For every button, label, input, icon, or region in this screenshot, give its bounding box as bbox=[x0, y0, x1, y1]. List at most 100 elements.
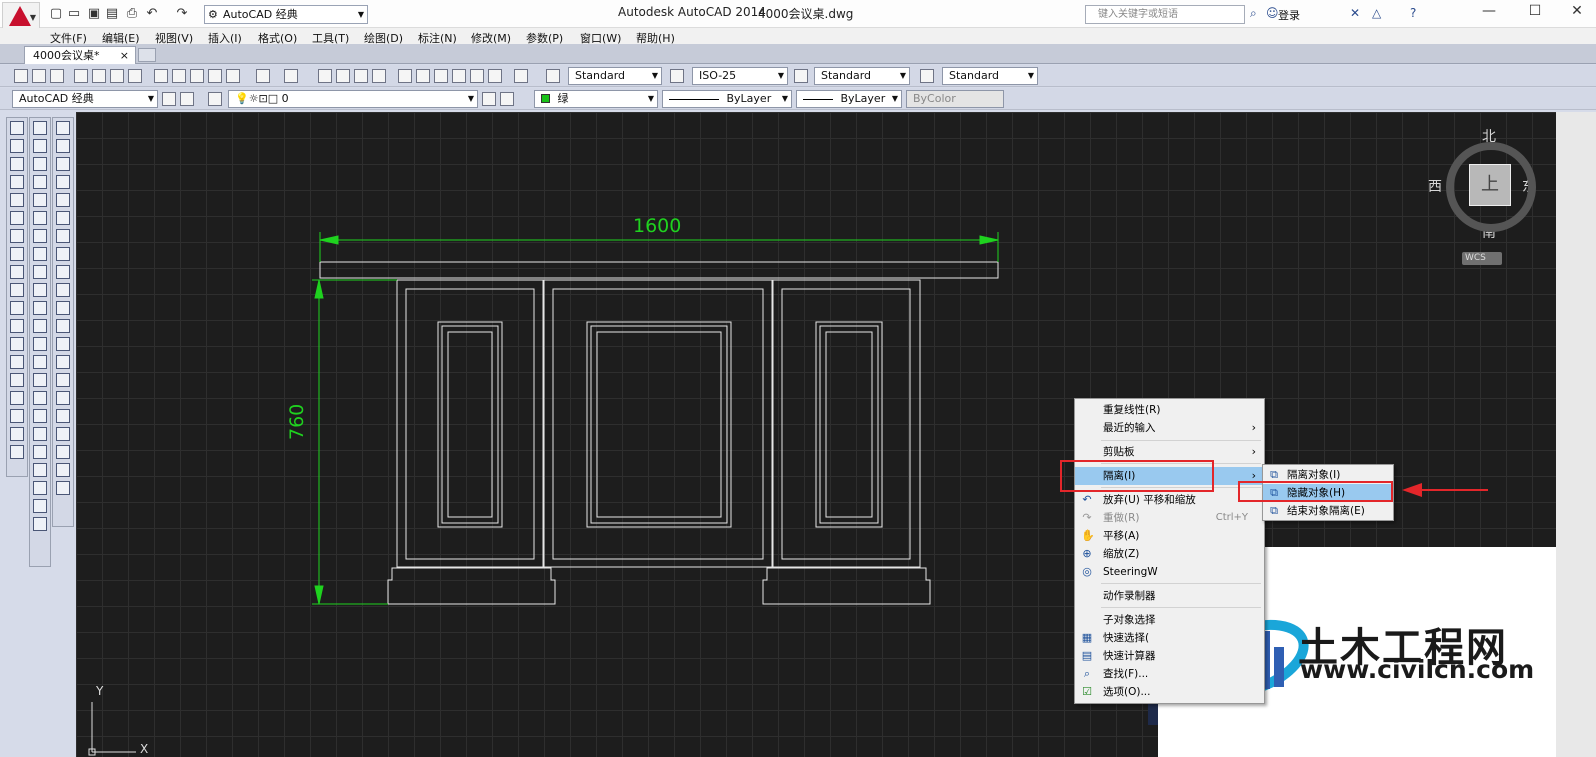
continue-icon[interactable] bbox=[56, 301, 70, 315]
diameter-icon[interactable] bbox=[56, 229, 70, 243]
pan-icon[interactable] bbox=[318, 69, 332, 83]
inspect-icon[interactable] bbox=[56, 391, 70, 405]
layer-manager-icon[interactable] bbox=[208, 92, 222, 106]
ctx-quick-select[interactable]: ▦ 快速选择( bbox=[1075, 629, 1264, 647]
ctx-options[interactable]: ☑ 选项(O)... bbox=[1075, 683, 1264, 701]
new-icon[interactable]: ▢ bbox=[48, 6, 64, 22]
zoom-realtime-icon[interactable] bbox=[336, 69, 350, 83]
dim-style-select[interactable]: ISO-25 ▼ bbox=[692, 67, 788, 85]
quick-dim-icon[interactable] bbox=[56, 265, 70, 279]
print-icon[interactable]: ⎙ bbox=[124, 6, 140, 22]
copy-icon[interactable] bbox=[172, 69, 186, 83]
jogged-icon[interactable] bbox=[56, 211, 70, 225]
join-icon[interactable] bbox=[33, 337, 47, 351]
color-select[interactable]: 绿 ▼ bbox=[534, 90, 658, 108]
layer-previous-icon[interactable] bbox=[500, 92, 514, 106]
group-icon[interactable] bbox=[33, 481, 47, 495]
ctx-steeringwheels[interactable]: ◎ SteeringW bbox=[1075, 563, 1264, 581]
zoom-previous-icon[interactable] bbox=[372, 69, 386, 83]
zoom-window-icon[interactable] bbox=[354, 69, 368, 83]
cut-icon[interactable] bbox=[154, 69, 168, 83]
mtext-icon[interactable] bbox=[10, 445, 24, 459]
print-icon[interactable] bbox=[74, 69, 88, 83]
ctx-zoom[interactable]: ⊕ 缩放(Z) bbox=[1075, 545, 1264, 563]
tab-drawing[interactable]: 4000会议桌* × bbox=[24, 46, 136, 64]
paste-block-icon[interactable] bbox=[208, 69, 222, 83]
polyline-icon[interactable] bbox=[10, 157, 24, 171]
move-icon[interactable] bbox=[33, 211, 47, 225]
polygon-icon[interactable] bbox=[10, 175, 24, 189]
multileader-style-select[interactable]: Standard ▼ bbox=[942, 67, 1038, 85]
dim-break-icon[interactable] bbox=[56, 337, 70, 351]
layer-tools-icon[interactable] bbox=[33, 427, 47, 441]
save-icon[interactable]: ▣ bbox=[86, 6, 102, 22]
aligned-dim-icon[interactable] bbox=[56, 139, 70, 153]
binoculars-icon[interactable]: ⌕ bbox=[1250, 6, 1257, 21]
dim-text-edit-icon[interactable] bbox=[56, 445, 70, 459]
open-icon[interactable] bbox=[32, 69, 46, 83]
submenu-end-isolation[interactable]: ⧉ 结束对象隔离(E) bbox=[1263, 502, 1393, 520]
center-mark-icon[interactable] bbox=[56, 373, 70, 387]
scale-icon[interactable] bbox=[33, 247, 47, 261]
close-button[interactable]: ✕ bbox=[1562, 3, 1592, 19]
autodesk-360-icon[interactable]: △ bbox=[1372, 6, 1381, 20]
ctx-find[interactable]: ⌕ 查找(F)... bbox=[1075, 665, 1264, 683]
dim-update-icon[interactable] bbox=[56, 463, 70, 477]
gear-icon[interactable] bbox=[162, 92, 176, 106]
radius-icon[interactable] bbox=[56, 193, 70, 207]
chamfer-icon[interactable] bbox=[33, 355, 47, 369]
make-current-layer-icon[interactable] bbox=[482, 92, 496, 106]
new-tab-button[interactable] bbox=[138, 48, 156, 62]
dim-style-manager-icon[interactable] bbox=[56, 481, 70, 495]
rotate-icon[interactable] bbox=[33, 229, 47, 243]
angular-icon[interactable] bbox=[56, 247, 70, 261]
table-icon[interactable] bbox=[10, 427, 24, 441]
ellipse-arc-icon[interactable] bbox=[10, 301, 24, 315]
lineweight-select[interactable]: ByLayer ▼ bbox=[796, 90, 902, 108]
block-editor-icon[interactable] bbox=[33, 463, 47, 477]
new-icon[interactable] bbox=[14, 69, 28, 83]
erase-icon[interactable] bbox=[33, 121, 47, 135]
viewcube-west[interactable]: 西 bbox=[1428, 176, 1442, 196]
break-icon[interactable] bbox=[33, 319, 47, 333]
paste-icon[interactable] bbox=[190, 69, 204, 83]
publish-icon[interactable] bbox=[110, 69, 124, 83]
ctx-recent-input[interactable]: 最近的输入 › bbox=[1075, 419, 1264, 437]
ordinate-icon[interactable] bbox=[56, 175, 70, 189]
workspace-select-2[interactable]: AutoCAD 经典 ▼ bbox=[12, 90, 158, 108]
fillet-icon[interactable] bbox=[33, 373, 47, 387]
width-dimension-text[interactable]: 1600 bbox=[633, 215, 681, 237]
dim-space-icon[interactable] bbox=[56, 319, 70, 333]
search-input[interactable]: 键入关键字或短语 bbox=[1085, 5, 1245, 24]
markup-icon[interactable] bbox=[470, 69, 484, 83]
ctx-repeat-linear[interactable]: 重复线性(R) bbox=[1075, 401, 1264, 419]
viewcube[interactable]: 北 西 东 南 上 WCS bbox=[1428, 124, 1554, 274]
extend-icon[interactable] bbox=[33, 301, 47, 315]
user-icon[interactable]: ☺ bbox=[1266, 6, 1279, 20]
save-icon[interactable] bbox=[50, 69, 64, 83]
region-icon[interactable] bbox=[10, 409, 24, 423]
array-icon[interactable] bbox=[33, 193, 47, 207]
properties-icon[interactable] bbox=[398, 69, 412, 83]
redo-icon[interactable]: ↷ bbox=[174, 6, 190, 22]
linetype-select[interactable]: ByLayer ▼ bbox=[662, 90, 792, 108]
preview-icon[interactable] bbox=[92, 69, 106, 83]
spline-icon[interactable] bbox=[10, 265, 24, 279]
point-icon[interactable] bbox=[10, 355, 24, 369]
ctx-undo[interactable]: ↶ 放弃(U) 平移和缩放 bbox=[1075, 491, 1264, 509]
arc-icon[interactable] bbox=[10, 211, 24, 225]
explode-icon[interactable] bbox=[33, 409, 47, 423]
baseline-icon[interactable] bbox=[56, 283, 70, 297]
ctx-redo[interactable]: ↷ 重做(R) Ctrl+Y bbox=[1075, 509, 1264, 527]
3d-print-icon[interactable] bbox=[128, 69, 142, 83]
settings-icon[interactable] bbox=[180, 92, 194, 106]
quickcalc-icon[interactable] bbox=[488, 69, 502, 83]
exchange-icon[interactable]: ✕ bbox=[1350, 6, 1360, 20]
blend-icon[interactable] bbox=[33, 391, 47, 405]
layer-select[interactable]: 💡☼⊡□ 0 ▼ bbox=[228, 90, 478, 108]
arc-length-icon[interactable] bbox=[56, 157, 70, 171]
maximize-button[interactable]: ☐ bbox=[1520, 3, 1550, 19]
circle-icon[interactable] bbox=[10, 229, 24, 243]
copy-object-icon[interactable] bbox=[33, 139, 47, 153]
draw-order-icon[interactable] bbox=[33, 445, 47, 459]
